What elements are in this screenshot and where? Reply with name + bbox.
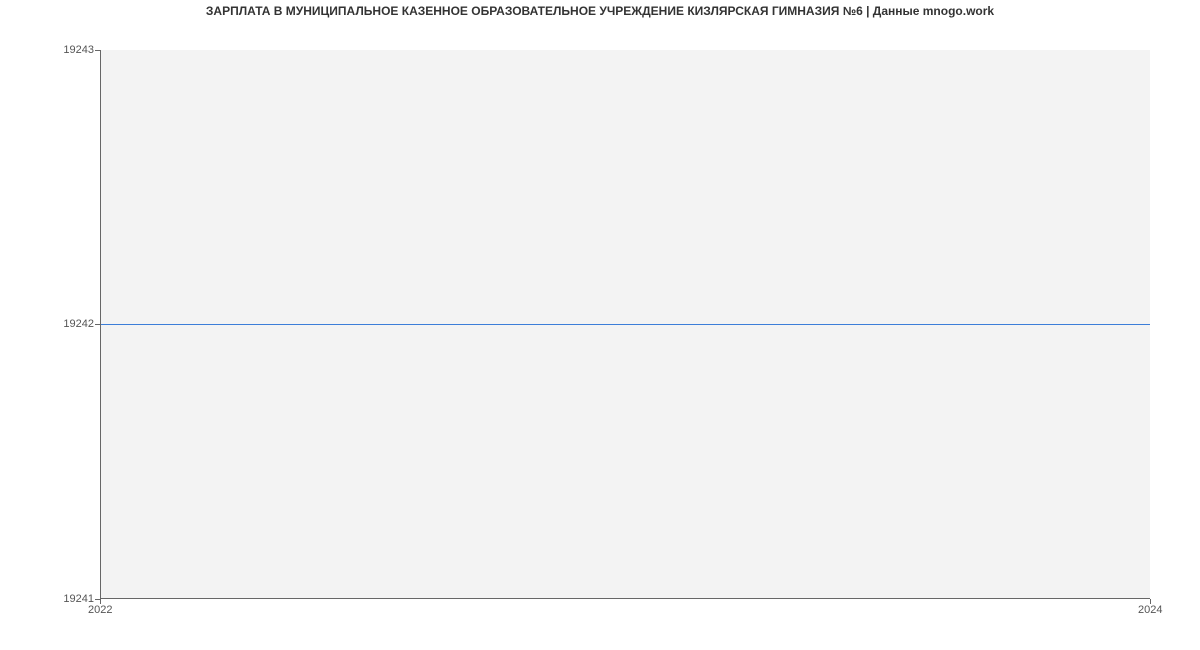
x-tick-label: 2024	[1138, 604, 1162, 616]
y-tick-label: 19243	[4, 44, 94, 56]
y-tick-label: 19242	[4, 318, 94, 330]
y-tick-label: 19241	[4, 593, 94, 605]
chart-container: ЗАРПЛАТА В МУНИЦИПАЛЬНОЕ КАЗЕННОЕ ОБРАЗО…	[0, 0, 1200, 650]
x-tick-label: 2022	[88, 604, 112, 616]
plot-area	[100, 50, 1150, 599]
series-line-salary	[101, 324, 1150, 325]
chart-title: ЗАРПЛАТА В МУНИЦИПАЛЬНОЕ КАЗЕННОЕ ОБРАЗО…	[0, 4, 1200, 18]
